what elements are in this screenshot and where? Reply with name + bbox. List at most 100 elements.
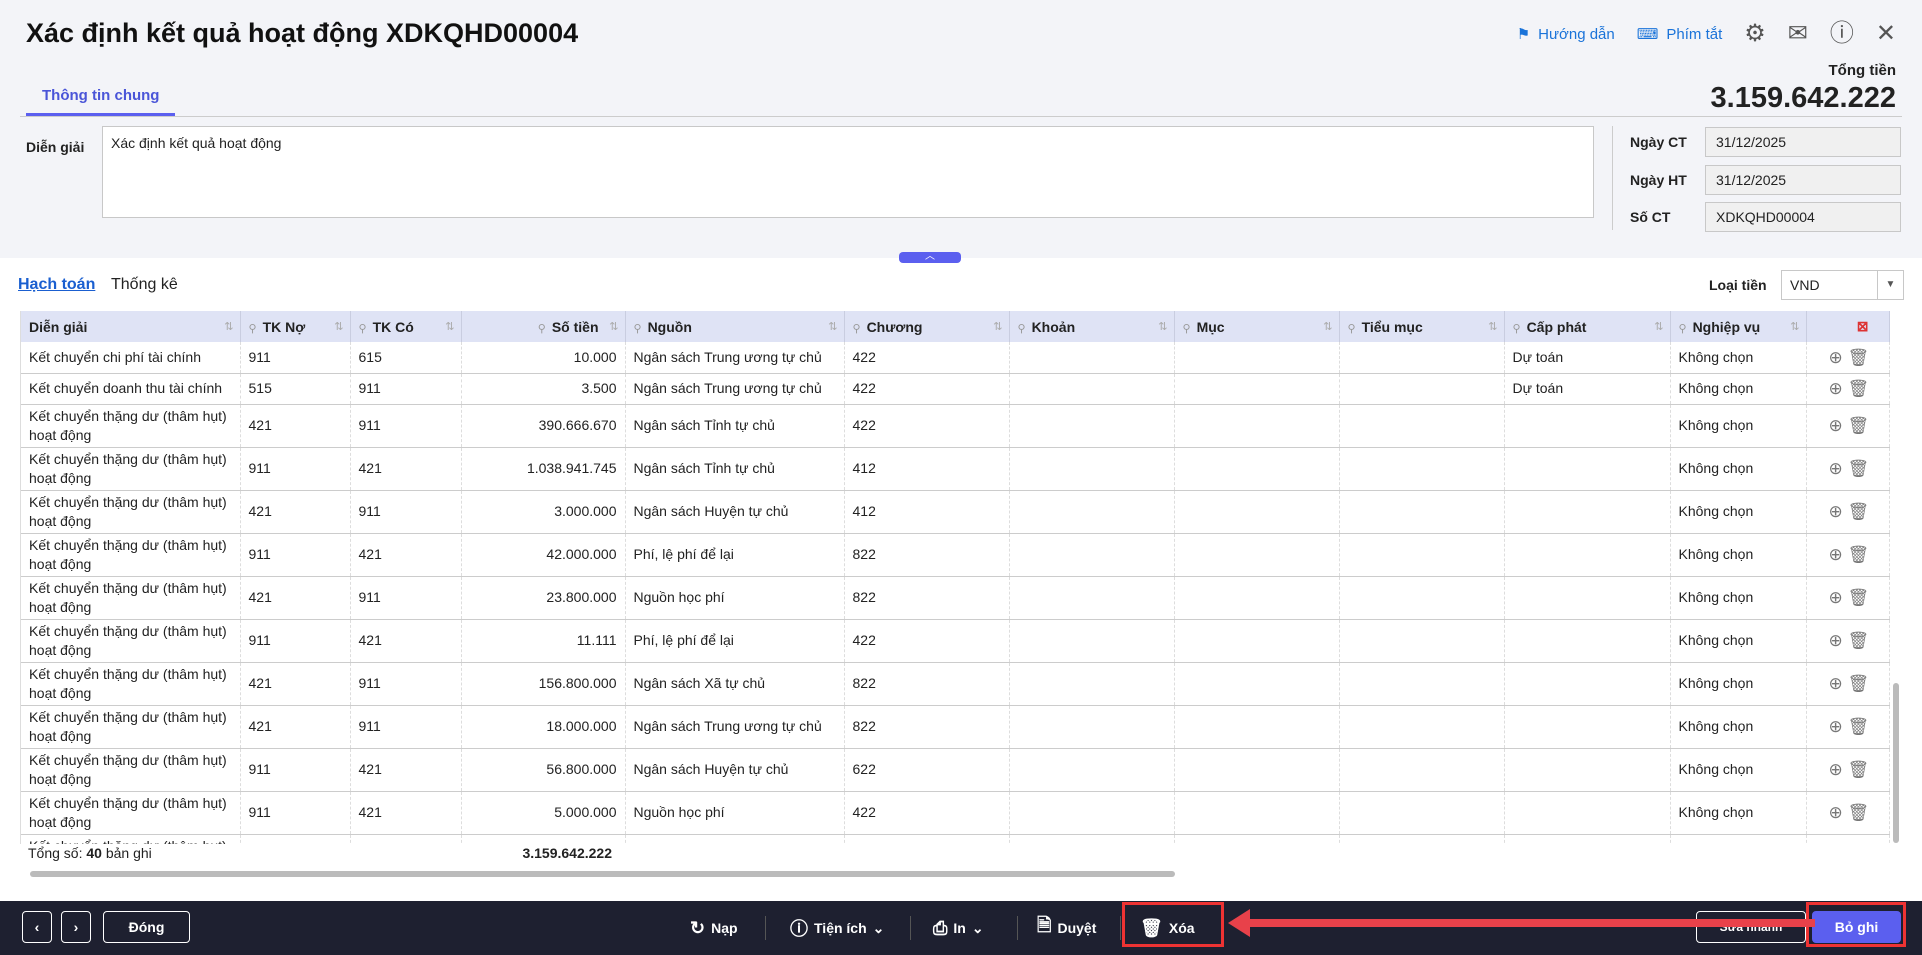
table-cell[interactable]: Nguồn học phí [625, 576, 845, 620]
table-row[interactable]: Kết chuyển thặng dư (thâm hụt) hoạt động… [21, 404, 1890, 448]
table-cell[interactable]: Nguồn học phí [625, 791, 845, 835]
pin-icon[interactable]: ⚲ [359, 323, 367, 335]
table-cell[interactable]: Không chọn [1670, 662, 1807, 706]
add-row-icon[interactable]: ⊕ [1829, 803, 1843, 822]
table-cell[interactable]: Không chọn [1670, 533, 1807, 577]
table-cell[interactable]: 911 [350, 490, 462, 534]
table-cell[interactable]: 911 [240, 342, 351, 374]
table-cell[interactable]: 911 [350, 576, 462, 620]
close-button[interactable]: Đóng [103, 911, 190, 943]
table-cell[interactable] [1504, 447, 1671, 491]
table-cell[interactable]: Không chọn [1670, 748, 1807, 792]
column-header[interactable]: Diễn giải ⇅ [21, 311, 241, 342]
table-cell[interactable]: 422 [844, 373, 1010, 405]
table-cell[interactable]: 421 [240, 662, 351, 706]
table-cell[interactable]: Ngân sách Huyện tự chủ [625, 490, 845, 534]
table-cell[interactable]: 10.000 [461, 342, 626, 374]
table-cell[interactable]: 1.038.941.745 [461, 447, 626, 491]
table-cell[interactable]: Không chọn [1670, 447, 1807, 491]
table-cell[interactable] [1009, 748, 1175, 792]
trash-icon[interactable]: 🗑 [1847, 588, 1869, 607]
table-cell[interactable] [1174, 576, 1340, 620]
table-cell[interactable] [1009, 404, 1175, 448]
table-cell[interactable]: 3.000.000 [461, 490, 626, 534]
table-cell[interactable] [1504, 748, 1671, 792]
table-cell[interactable] [1009, 373, 1175, 405]
column-header[interactable]: ⚲ Cấp phát ⇅ [1504, 311, 1671, 342]
table-cell[interactable] [1009, 533, 1175, 577]
trash-icon[interactable]: 🗑 [1847, 348, 1869, 367]
table-cell[interactable] [1339, 490, 1505, 534]
table-cell[interactable] [1174, 748, 1340, 792]
table-row[interactable]: Kết chuyển thặng dư (thâm hụt) hoạt động… [21, 619, 1890, 663]
sort-icon[interactable]: ⇅ [993, 320, 1002, 333]
table-cell[interactable] [1009, 490, 1175, 534]
so-ct-input[interactable]: XDKQHD00004 [1705, 202, 1901, 232]
table-cell[interactable]: Kết chuyển thặng dư (thâm hụt) hoạt động [21, 748, 241, 792]
column-header[interactable]: ⚲ TK Nợ ⇅ [240, 311, 351, 342]
table-cell[interactable]: Kết chuyển doanh thu tài chính [21, 373, 241, 405]
column-header[interactable]: ⚲ Chương ⇅ [844, 311, 1010, 342]
table-cell[interactable]: 822 [844, 662, 1010, 706]
table-cell[interactable]: 18.000.000 [461, 705, 626, 749]
table-cell[interactable]: 412 [844, 490, 1010, 534]
tab-general-info[interactable]: Thông tin chung [26, 86, 176, 116]
column-header[interactable]: ⚲ Khoản ⇅ [1009, 311, 1175, 342]
table-cell[interactable] [1339, 373, 1505, 405]
sort-icon[interactable]: ⇅ [609, 320, 618, 333]
description-input[interactable]: Xác định kết quả hoạt động [102, 126, 1594, 218]
table-cell[interactable]: Dự toán [1504, 342, 1671, 374]
pin-icon[interactable]: ⚲ [249, 323, 257, 335]
table-cell[interactable]: 390.666.670 [461, 404, 626, 448]
trash-icon[interactable]: 🗑 [1847, 803, 1869, 822]
approve-button[interactable]: 🗎 Duyệt [1037, 901, 1096, 955]
table-cell[interactable]: 421 [350, 447, 462, 491]
table-cell[interactable]: 421 [350, 791, 462, 835]
pin-icon[interactable]: ⚲ [1513, 323, 1521, 335]
table-cell[interactable]: Kết chuyển thặng dư (thâm hụt) hoạt động [21, 791, 241, 835]
table-cell[interactable]: Kết chuyển chi phí tài chính [21, 342, 241, 374]
table-cell[interactable] [1339, 576, 1505, 620]
table-cell[interactable]: 421 [240, 705, 351, 749]
table-cell[interactable]: 422 [844, 791, 1010, 835]
add-row-icon[interactable]: ⊕ [1829, 674, 1843, 693]
table-cell[interactable]: Kết chuyển thặng dư (thâm hụt) hoạt động [21, 533, 241, 577]
pin-icon[interactable]: ⚲ [1018, 323, 1026, 335]
table-cell[interactable] [1174, 490, 1340, 534]
table-cell[interactable] [1504, 705, 1671, 749]
date-ct-input[interactable]: 31/12/2025 [1705, 127, 1901, 157]
trash-icon[interactable]: 🗑 [1847, 674, 1869, 693]
add-row-icon[interactable]: ⊕ [1829, 588, 1843, 607]
table-cell[interactable]: Kết chuyển thặng dư (thâm hụt) hoạt động [21, 447, 241, 491]
table-cell[interactable] [1009, 576, 1175, 620]
table-cell[interactable]: 421 [350, 748, 462, 792]
quick-edit-button[interactable]: Sửa nhanh [1696, 911, 1806, 943]
table-cell[interactable] [1504, 791, 1671, 835]
table-cell[interactable]: Dự toán [1504, 373, 1671, 405]
pin-icon[interactable]: ⚲ [1679, 323, 1687, 335]
trash-icon[interactable]: 🗑 [1847, 631, 1869, 650]
column-header[interactable]: ⚲ Nguồn ⇅ [625, 311, 845, 342]
table-cell[interactable]: 911 [350, 373, 462, 405]
table-row[interactable]: Kết chuyển thặng dư (thâm hụt) hoạt động… [21, 490, 1890, 534]
table-cell[interactable] [1009, 619, 1175, 663]
pin-icon[interactable]: ⚲ [1348, 323, 1356, 335]
next-button[interactable]: › [61, 911, 91, 943]
table-cell[interactable] [1009, 447, 1175, 491]
table-cell[interactable]: 156.800.000 [461, 662, 626, 706]
add-row-icon[interactable]: ⊕ [1829, 717, 1843, 736]
table-cell[interactable] [1339, 447, 1505, 491]
table-cell[interactable]: Không chọn [1670, 705, 1807, 749]
add-row-icon[interactable]: ⊕ [1829, 379, 1843, 398]
table-cell[interactable]: 822 [844, 705, 1010, 749]
column-header[interactable]: ⚲ TK Có ⇅ [350, 311, 462, 342]
table-cell[interactable]: 622 [844, 748, 1010, 792]
sort-icon[interactable]: ⇅ [1323, 320, 1332, 333]
sort-icon[interactable]: ⇅ [1488, 320, 1497, 333]
column-header[interactable]: ⚲ Tiểu mục ⇅ [1339, 311, 1505, 342]
table-cell[interactable] [1339, 404, 1505, 448]
add-row-icon[interactable]: ⊕ [1829, 545, 1843, 564]
column-header[interactable]: ⚲ Mục ⇅ [1174, 311, 1340, 342]
table-cell[interactable]: Kết chuyển thặng dư (thâm hụt) hoạt động [21, 576, 241, 620]
table-cell[interactable] [1504, 533, 1671, 577]
